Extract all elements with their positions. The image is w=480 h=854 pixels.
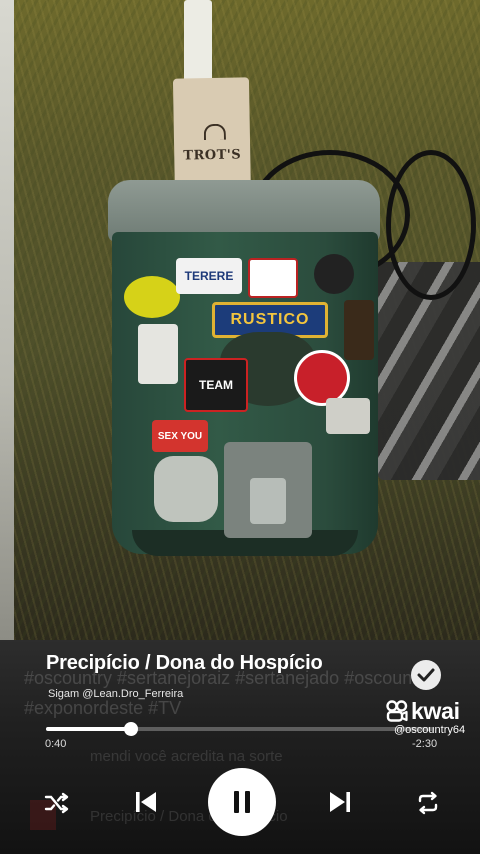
- sticker-team: TEAM: [184, 358, 248, 412]
- pause-icon: [234, 791, 250, 813]
- next-icon: [330, 792, 350, 812]
- time-remaining: -2:30: [412, 738, 438, 750]
- kwai-watermark: kwai: [386, 698, 460, 724]
- sticker-sex-you: SEX YOU: [152, 420, 208, 452]
- previous-icon: [136, 792, 156, 812]
- time-current: 0:40: [45, 738, 67, 750]
- sticker-flag: [248, 258, 298, 298]
- tag-logo-icon: [203, 123, 226, 141]
- kwai-logo-icon: [386, 700, 408, 722]
- shuffle-icon: [44, 792, 69, 814]
- kwai-brand: kwai: [411, 697, 460, 724]
- sticker-lime: [124, 276, 180, 318]
- tag-text: TROT'S: [183, 147, 242, 164]
- song-title: Precipício / Dona do Hospício: [46, 652, 323, 674]
- sticker-right-top: [344, 300, 374, 360]
- background-caption-line2: #exponordeste #TV: [24, 698, 182, 718]
- sticker-dog: [154, 456, 218, 522]
- next-button[interactable]: [324, 786, 356, 818]
- stake: [184, 0, 212, 84]
- sticker-terere: TERERE: [176, 258, 242, 294]
- pause-button[interactable]: [208, 768, 276, 836]
- previous-button[interactable]: [130, 786, 162, 818]
- check-icon[interactable]: [411, 660, 441, 690]
- background-caption-line3: mendi você acredita na sorte: [90, 748, 283, 765]
- side-edge: [0, 0, 14, 640]
- repeat-icon: [418, 791, 438, 815]
- video-frame[interactable]: TROT'S TERERE RUSTICO TEAM SEX YOU: [14, 0, 480, 640]
- sticker-white: [138, 324, 178, 384]
- cooler-spigot: [224, 442, 312, 538]
- repeat-button[interactable]: [412, 788, 444, 818]
- sticker-round: [314, 254, 354, 294]
- shuffle-button[interactable]: [42, 788, 72, 818]
- progress-fill: [46, 727, 132, 731]
- artist-line: Sigam @Lean.Dro_Ferreira: [48, 688, 184, 700]
- cable-coil-right: [386, 150, 476, 300]
- progress-bar[interactable]: [46, 722, 434, 736]
- sticker-right-mid: [326, 398, 370, 434]
